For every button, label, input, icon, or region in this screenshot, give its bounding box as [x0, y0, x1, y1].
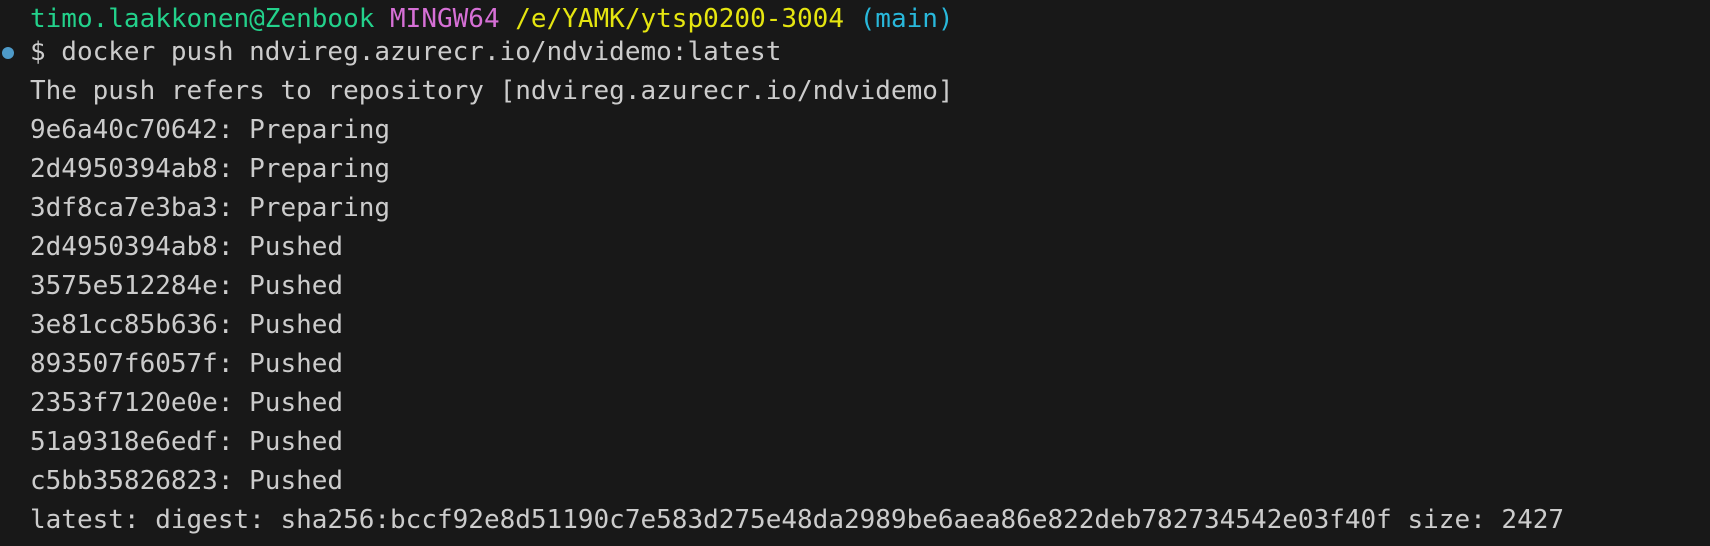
output-line: 51a9318e6edf: Pushed: [30, 427, 344, 457]
output-line: The push refers to repository [ndvireg.a…: [30, 76, 954, 106]
prompt-branch: (main): [859, 4, 954, 34]
output-line: latest: digest: sha256:bccf92e8d51190c7e…: [30, 505, 1565, 535]
command-line: $ docker push ndvireg.azurecr.io/ndvidem…: [30, 37, 782, 67]
output-line: 2d4950394ab8: Preparing: [30, 154, 391, 184]
output-line: 3e81cc85b636: Pushed: [30, 310, 344, 340]
terminal-panel[interactable]: timo.laakkonen@Zenbook MINGW64 /e/YAMK/y…: [0, 0, 1710, 546]
prompt-path: /e/YAMK/ytsp0200-3004: [515, 4, 844, 34]
output-line: 893507f6057f: Pushed: [30, 349, 344, 379]
prompt-user-host: timo.laakkonen@Zenbook: [30, 4, 375, 34]
output-line: 3df8ca7e3ba3: Preparing: [30, 193, 391, 223]
output-line: 9e6a40c70642: Preparing: [30, 115, 391, 145]
output-line: 2353f7120e0e: Pushed: [30, 388, 344, 418]
output-line: c5bb35826823: Pushed: [30, 466, 344, 496]
output-line: 2d4950394ab8: Pushed: [30, 232, 344, 262]
prompt-system: MINGW64: [390, 4, 500, 34]
output-line: 3575e512284e: Pushed: [30, 271, 344, 301]
command-decoration-circle-icon[interactable]: [2, 47, 14, 59]
